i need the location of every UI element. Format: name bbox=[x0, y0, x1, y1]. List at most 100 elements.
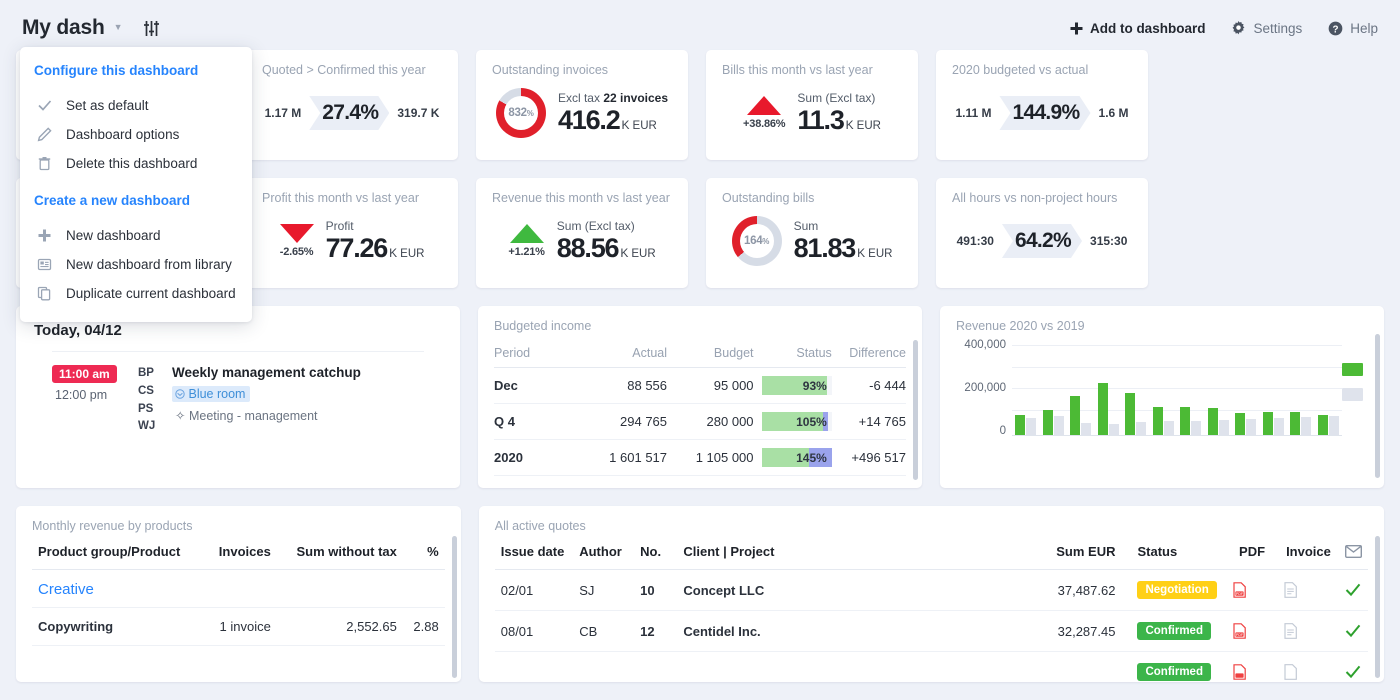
cell-issue-date: 08/01 bbox=[495, 611, 573, 652]
sliders-icon[interactable] bbox=[139, 15, 165, 41]
cell-sum: 37,487.62 bbox=[1001, 570, 1121, 611]
status-bar: 145% bbox=[762, 448, 832, 467]
comparison-left: 1.11 M bbox=[947, 106, 999, 120]
bar-2019-Apr[interactable] bbox=[1109, 424, 1119, 435]
bar-2019-Feb[interactable] bbox=[1054, 416, 1064, 435]
cell-budget: 280 000 bbox=[667, 404, 754, 440]
bar-2019-Nov[interactable] bbox=[1301, 417, 1311, 435]
menu-item-duplicate-dashboard[interactable]: Duplicate current dashboard bbox=[20, 279, 252, 308]
bar-2020-Jun[interactable] bbox=[1153, 407, 1163, 435]
agenda-card[interactable]: Today, 04/12 11:00 am 12:00 pm BP CS PS … bbox=[16, 306, 460, 488]
card-title: Revenue 2020 vs 2019 bbox=[940, 306, 1384, 333]
cell-pdf[interactable]: PDF bbox=[1226, 611, 1278, 652]
cell-invoice[interactable] bbox=[1278, 611, 1339, 652]
table-row[interactable]: 02/01 SJ 10 Concept LLC 37,487.62 Negoti… bbox=[495, 570, 1368, 611]
bar-2020-Aug[interactable] bbox=[1208, 408, 1218, 435]
svg-text:PDF: PDF bbox=[1236, 592, 1244, 596]
bar-2020-Sep[interactable] bbox=[1235, 413, 1245, 435]
cell-invoice[interactable] bbox=[1278, 570, 1339, 611]
comparison-body: 1.17 M 27.4% 319.7 K bbox=[246, 77, 458, 149]
card-title: Budgeted income bbox=[478, 306, 922, 333]
menu-item-label: Duplicate current dashboard bbox=[66, 286, 236, 301]
comparison-left: 1.17 M bbox=[257, 106, 310, 120]
kpi-card-outstanding-bills[interactable]: Outstanding bills 164% Sum 81.83KEUR bbox=[706, 178, 918, 288]
bar-2020-May[interactable] bbox=[1125, 393, 1135, 435]
bar-group bbox=[1067, 396, 1095, 435]
table-row[interactable]: 2020 1 601 517 1 105 000 145% +496 517 bbox=[494, 440, 906, 476]
kpi-card-outstanding-invoices-1[interactable]: Outstanding invoices 832% Excl tax 22 in… bbox=[476, 50, 688, 160]
table-group-row[interactable]: Creative bbox=[32, 570, 445, 608]
table-row[interactable]: Q 4 294 765 280 000 105% +14 765 bbox=[494, 404, 906, 440]
vertical-scrollbar[interactable] bbox=[1375, 334, 1380, 478]
gauge-donut-icon: 164% bbox=[732, 216, 782, 266]
kpi-card-profit-this-month[interactable]: Profit this month vs last year -2.65% Pr… bbox=[246, 178, 458, 288]
bar-2019-Oct[interactable] bbox=[1274, 418, 1284, 435]
kpi-value: 11.3 bbox=[797, 105, 843, 135]
bar-2019-Jun[interactable] bbox=[1164, 421, 1174, 435]
kpi-card-hours[interactable]: All hours vs non-project hours 491:30 64… bbox=[936, 178, 1148, 288]
bar-2019-Dec[interactable] bbox=[1329, 416, 1339, 435]
cell-issue-date: 02/01 bbox=[495, 570, 573, 611]
settings-button[interactable]: Settings bbox=[1231, 21, 1302, 36]
document-icon bbox=[1284, 664, 1297, 680]
revenue-chart-card[interactable]: Revenue 2020 vs 2019 400,000 200,000 0 bbox=[940, 306, 1384, 488]
col-percent: % bbox=[403, 535, 445, 570]
bar-2019-Jul[interactable] bbox=[1191, 421, 1201, 435]
bar-2020-Apr[interactable] bbox=[1098, 383, 1108, 435]
menu-item-delete-dashboard[interactable]: Delete this dashboard bbox=[20, 149, 252, 178]
monthly-revenue-products-card[interactable]: Monthly revenue by products Product grou… bbox=[16, 506, 461, 682]
col-invoice: Invoice bbox=[1278, 535, 1339, 570]
plus-icon bbox=[36, 227, 53, 244]
vertical-scrollbar[interactable] bbox=[1375, 536, 1380, 678]
bar-2020-Oct[interactable] bbox=[1263, 412, 1273, 435]
menu-item-dashboard-options[interactable]: Dashboard options bbox=[20, 120, 252, 149]
status-badge: Negotiation bbox=[1137, 581, 1216, 599]
cell-author: SJ bbox=[573, 570, 634, 611]
bar-2020-Mar[interactable] bbox=[1070, 396, 1080, 435]
bar-2020-Jul[interactable] bbox=[1180, 407, 1190, 435]
cell-percent: 2.88 bbox=[403, 608, 445, 646]
budgeted-income-card[interactable]: Budgeted income Period Actual Budget Sta… bbox=[478, 306, 922, 488]
add-to-dashboard-button[interactable]: Add to dashboard bbox=[1070, 21, 1206, 36]
vertical-scrollbar[interactable] bbox=[913, 340, 918, 480]
widget-row-3: Today, 04/12 11:00 am 12:00 pm BP CS PS … bbox=[16, 306, 1384, 488]
cell-pdf[interactable]: PDF bbox=[1226, 570, 1278, 611]
chevron-down-icon[interactable]: ▼ bbox=[114, 22, 123, 32]
product-group-link[interactable]: Creative bbox=[32, 570, 445, 607]
menu-item-new-dashboard-from-library[interactable]: New dashboard from library bbox=[20, 250, 252, 279]
bar-2019-Mar[interactable] bbox=[1081, 423, 1091, 435]
vertical-scrollbar[interactable] bbox=[452, 536, 457, 678]
agenda-room[interactable]: Blue room bbox=[172, 386, 250, 402]
kpi-card-quoted-confirmed[interactable]: Quoted > Confirmed this year 1.17 M 27.4… bbox=[246, 50, 458, 160]
bar-2019-May[interactable] bbox=[1136, 422, 1146, 435]
help-button[interactable]: ? Help bbox=[1328, 21, 1378, 36]
attendee-initials: CS bbox=[138, 383, 172, 401]
pdf-icon bbox=[1232, 664, 1247, 680]
menu-item-new-dashboard[interactable]: New dashboard bbox=[20, 221, 252, 250]
bar-2019-Jan[interactable] bbox=[1026, 418, 1036, 435]
agenda-event-row[interactable]: 11:00 am 12:00 pm BP CS PS WJ Weekly man… bbox=[52, 351, 424, 436]
bar-2019-Sep[interactable] bbox=[1246, 419, 1256, 435]
cell-sent[interactable] bbox=[1339, 570, 1368, 611]
kpi-card-budgeted-vs-actual[interactable]: 2020 budgeted vs actual 1.11 M 144.9% 1.… bbox=[936, 50, 1148, 160]
active-quotes-card[interactable]: All active quotes Issue date Author No. … bbox=[479, 506, 1384, 682]
kpi-card-revenue-this-month[interactable]: Revenue this month vs last year +1.21% S… bbox=[476, 178, 688, 288]
comparison-right: 1.6 M bbox=[1091, 106, 1137, 120]
bar-2020-Dec[interactable] bbox=[1318, 415, 1328, 435]
menu-item-set-as-default[interactable]: Set as default bbox=[20, 91, 252, 120]
menu-section-configure-title: Configure this dashboard bbox=[20, 63, 252, 78]
cell-sent[interactable] bbox=[1339, 611, 1368, 652]
kpi-card-bills-this-month[interactable]: Bills this month vs last year +38.86% Su… bbox=[706, 50, 918, 160]
kpi-delta: -2.65% bbox=[280, 246, 314, 258]
bar-2020-Feb[interactable] bbox=[1043, 410, 1053, 435]
table-row[interactable]: Dec 88 556 95 000 93% -6 444 bbox=[494, 368, 906, 404]
bar-2020-Jan[interactable] bbox=[1015, 415, 1025, 435]
agenda-details: Weekly management catchup Blue room ✧ Me… bbox=[172, 365, 424, 436]
library-icon bbox=[36, 256, 53, 273]
bar-2020-Nov[interactable] bbox=[1290, 412, 1300, 435]
table-row[interactable]: Copywriting 1 invoice 2,552.65 2.88 bbox=[32, 608, 445, 646]
dashboard-name[interactable]: My dash bbox=[22, 16, 105, 40]
table-row[interactable]: 08/01 CB 12 Centidel Inc. 32,287.45 Conf… bbox=[495, 611, 1368, 652]
bar-2019-Aug[interactable] bbox=[1219, 420, 1229, 435]
svg-text:?: ? bbox=[1333, 24, 1339, 35]
